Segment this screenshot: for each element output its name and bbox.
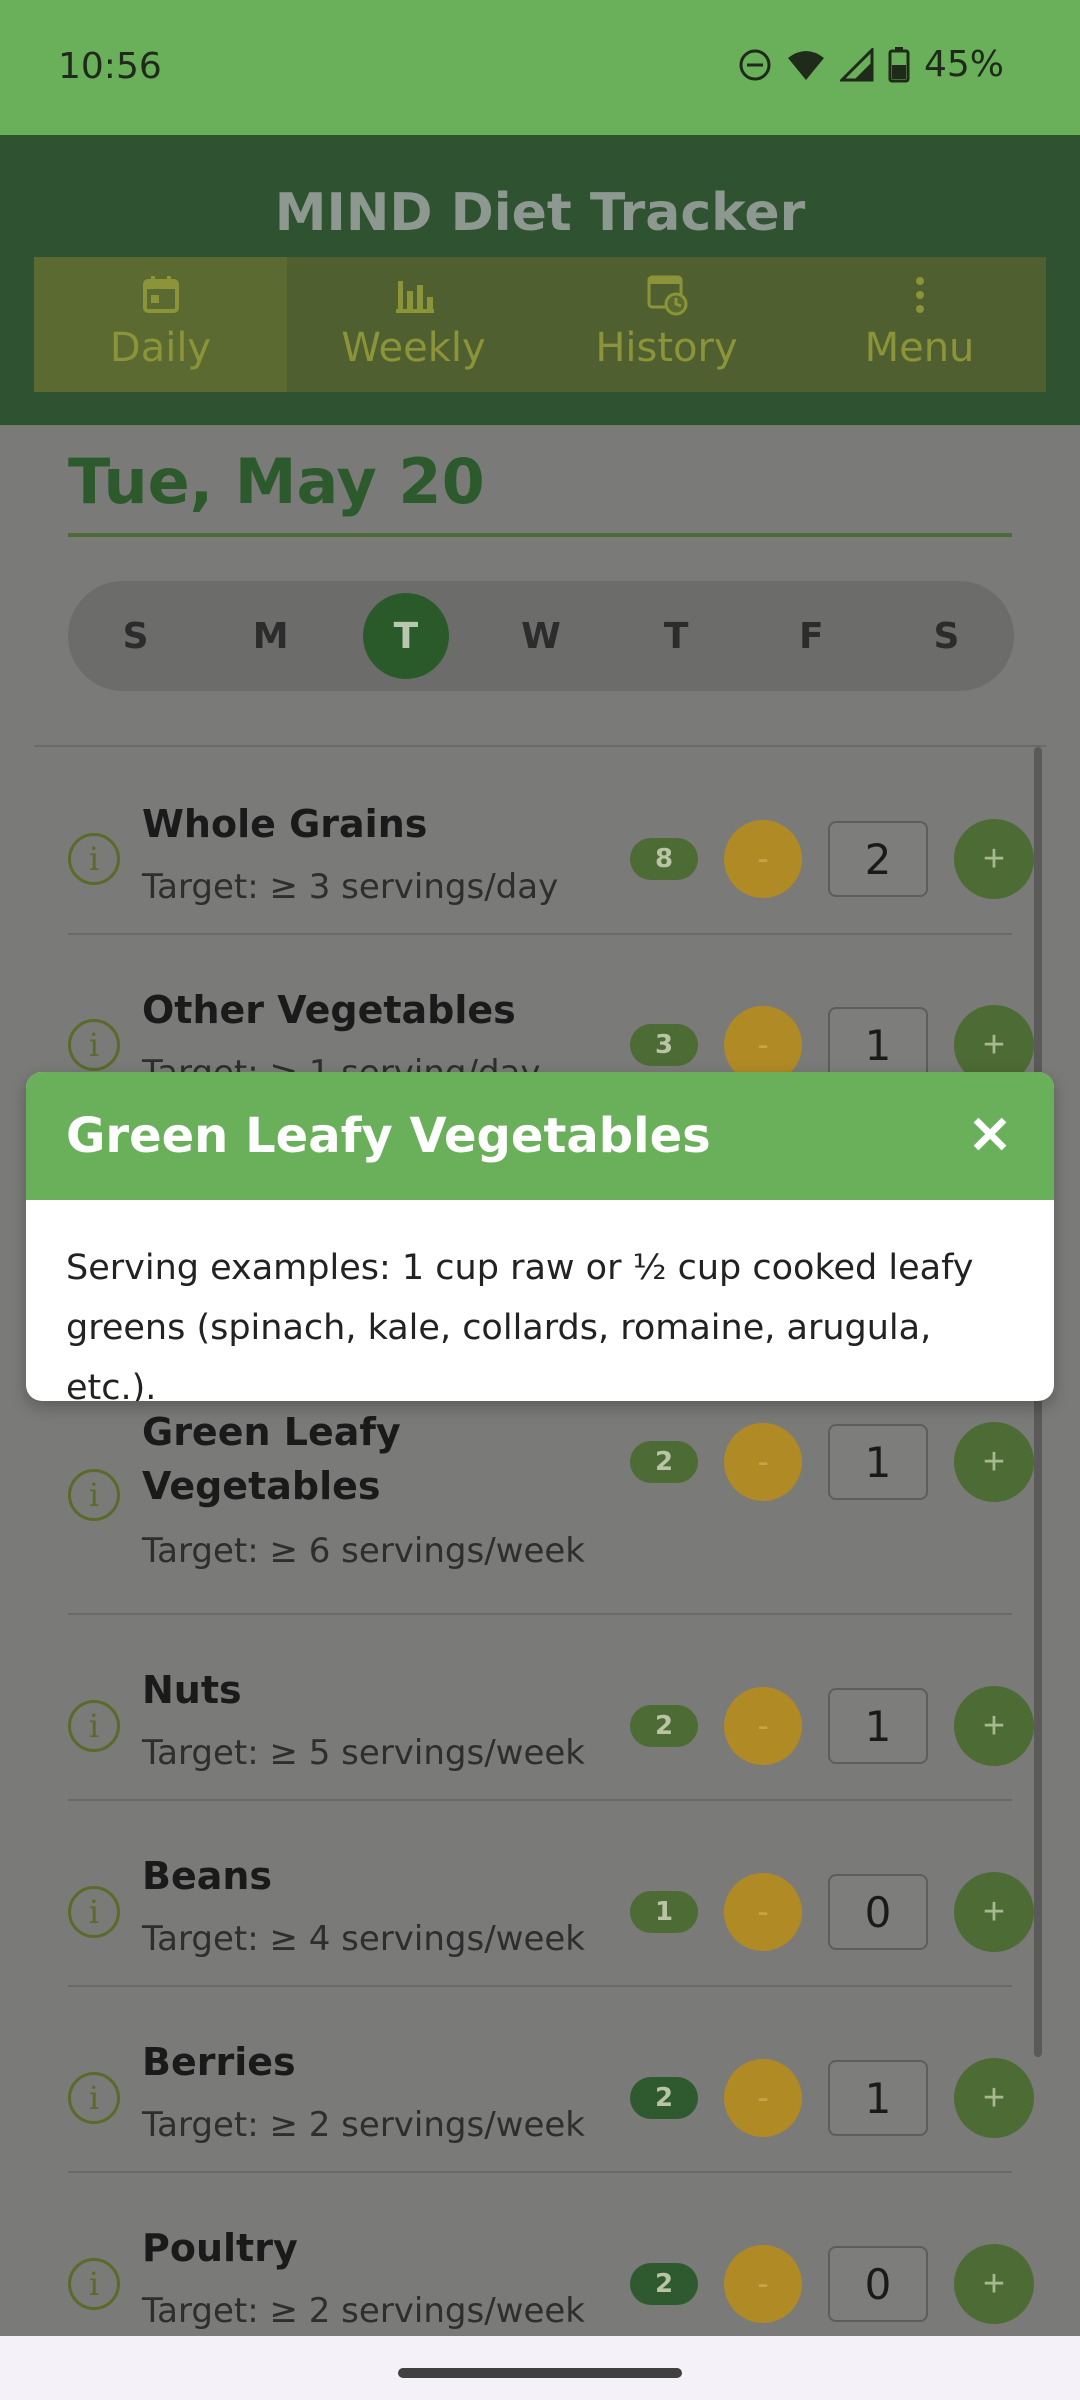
day-wednesday[interactable]: W — [498, 593, 584, 679]
week-day-selector: S M T W T F S — [68, 581, 1014, 691]
weekly-count-badge: 2 — [630, 2077, 698, 2119]
info-icon[interactable]: i — [68, 2258, 120, 2310]
app-header: MIND Diet Tracker Daily Weekly History M… — [0, 135, 1080, 425]
serving-count-input[interactable]: 1 — [828, 1688, 928, 1764]
serving-count-input[interactable]: 2 — [828, 821, 928, 897]
food-target: Target: ≥ 5 servings/week — [142, 1733, 585, 1773]
increment-button[interactable]: + — [954, 1422, 1034, 1502]
signal-icon — [839, 47, 874, 81]
day-monday[interactable]: M — [228, 593, 314, 679]
weekly-count-badge: 2 — [630, 1705, 698, 1747]
food-target: Target: ≥ 2 servings/week — [142, 2105, 585, 2145]
day-saturday[interactable]: S — [903, 593, 989, 679]
info-icon[interactable]: i — [68, 833, 120, 885]
day-thursday[interactable]: T — [633, 593, 719, 679]
decrement-button[interactable]: - — [724, 2059, 802, 2137]
decrement-button[interactable]: - — [724, 820, 802, 898]
serving-count-input[interactable]: 0 — [828, 2246, 928, 2322]
food-name: Beans — [142, 1854, 273, 1898]
increment-button[interactable]: + — [954, 1686, 1034, 1766]
tab-daily[interactable]: Daily — [34, 257, 287, 392]
decrement-button[interactable]: - — [724, 1873, 802, 1951]
info-dialog: Green Leafy Vegetables ✕ Serving example… — [26, 1072, 1054, 1401]
increment-button[interactable]: + — [954, 1872, 1034, 1952]
status-time: 10:56 — [58, 46, 162, 87]
status-icons: 45% — [738, 44, 1004, 85]
info-icon[interactable]: i — [68, 1886, 120, 1938]
food-name: Poultry — [142, 2226, 298, 2270]
food-name: Nuts — [142, 1668, 242, 1712]
food-target: Target: ≥ 3 servings/day — [142, 867, 559, 907]
day-tuesday[interactable]: T — [362, 593, 449, 679]
weekly-count-badge: 8 — [630, 838, 698, 880]
info-icon[interactable]: i — [68, 1019, 120, 1071]
tab-history[interactable]: History — [540, 257, 793, 392]
gesture-nav-bar — [0, 2336, 1080, 2400]
history-icon — [647, 275, 687, 316]
daily-card: Tue, May 20 S M T W T F S i Whole Grains… — [34, 425, 1046, 2400]
increment-button[interactable]: + — [954, 2058, 1034, 2138]
food-target: Target: ≥ 2 servings/week — [142, 2291, 585, 2331]
dialog-title: Green Leafy Vegetables — [66, 1108, 711, 1164]
tab-daily-label: Daily — [109, 325, 212, 371]
food-row-berries: i Berries Target: ≥ 2 servings/week 2 - … — [68, 1987, 1034, 2173]
food-name: Green Leafy Vegetables — [142, 1410, 401, 1508]
more-vertical-icon — [915, 277, 924, 313]
weekly-count-badge: 1 — [630, 1891, 698, 1933]
decrement-button[interactable]: - — [724, 2245, 802, 2323]
weekly-count-badge: 3 — [630, 1024, 698, 1066]
serving-count-input[interactable]: 1 — [828, 2060, 928, 2136]
status-bar: 10:56 45% — [0, 0, 1080, 135]
tab-menu-label: Menu — [864, 325, 975, 371]
date-title: Tue, May 20 — [68, 445, 485, 518]
weekly-count-badge: 2 — [630, 2263, 698, 2305]
close-icon[interactable]: ✕ — [960, 1106, 1020, 1166]
decrement-button[interactable]: - — [724, 1687, 802, 1765]
tab-weekly-label: Weekly — [341, 325, 486, 371]
food-target: Target: ≥ 6 servings/week — [142, 1531, 585, 1571]
food-name: Whole Grains — [142, 802, 428, 846]
food-row-whole-grains: i Whole Grains Target: ≥ 3 servings/day … — [68, 747, 1034, 935]
home-gesture-handle[interactable] — [398, 2368, 682, 2378]
tab-bar: Daily Weekly History Menu — [34, 257, 1046, 392]
dialog-header: Green Leafy Vegetables ✕ — [26, 1072, 1054, 1200]
food-row-poultry: i Poultry Target: ≥ 2 servings/week 2 - … — [68, 2173, 1034, 2357]
food-target: Target: ≥ 4 servings/week — [142, 1919, 585, 1959]
serving-count-input[interactable]: 0 — [828, 1874, 928, 1950]
increment-button[interactable]: + — [954, 819, 1034, 899]
decrement-button[interactable]: - — [724, 1423, 802, 1501]
day-friday[interactable]: F — [768, 593, 854, 679]
day-sunday[interactable]: S — [93, 593, 179, 679]
battery-icon — [888, 46, 910, 82]
info-icon[interactable]: i — [68, 1700, 120, 1752]
weekly-count-badge: 2 — [630, 1441, 698, 1483]
bar-chart-icon — [395, 281, 434, 313]
dialog-body: Serving examples: 1 cup raw or ½ cup coo… — [66, 1248, 974, 1401]
info-icon[interactable]: i — [68, 1469, 120, 1521]
increment-button[interactable]: + — [954, 2244, 1034, 2324]
tab-menu[interactable]: Menu — [793, 257, 1046, 392]
food-name: Other Vegetables — [142, 988, 516, 1032]
food-row-nuts: i Nuts Target: ≥ 5 servings/week 2 - 1 + — [68, 1615, 1034, 1801]
tab-weekly[interactable]: Weekly — [287, 257, 540, 392]
info-icon[interactable]: i — [68, 2072, 120, 2124]
date-divider — [68, 533, 1012, 537]
food-row-beans: i Beans Target: ≥ 4 servings/week 1 - 0 … — [68, 1801, 1034, 1987]
calendar-icon — [142, 276, 179, 313]
serving-count-input[interactable]: 1 — [828, 1424, 928, 1500]
tab-history-label: History — [595, 325, 738, 371]
wifi-icon — [787, 50, 824, 80]
scrollbar[interactable] — [1034, 747, 1042, 2057]
food-name: Berries — [142, 2040, 296, 2084]
do-not-disturb-icon — [739, 49, 771, 80]
app-title: MIND Diet Tracker — [274, 183, 806, 243]
battery-percent: 45% — [923, 44, 1004, 85]
